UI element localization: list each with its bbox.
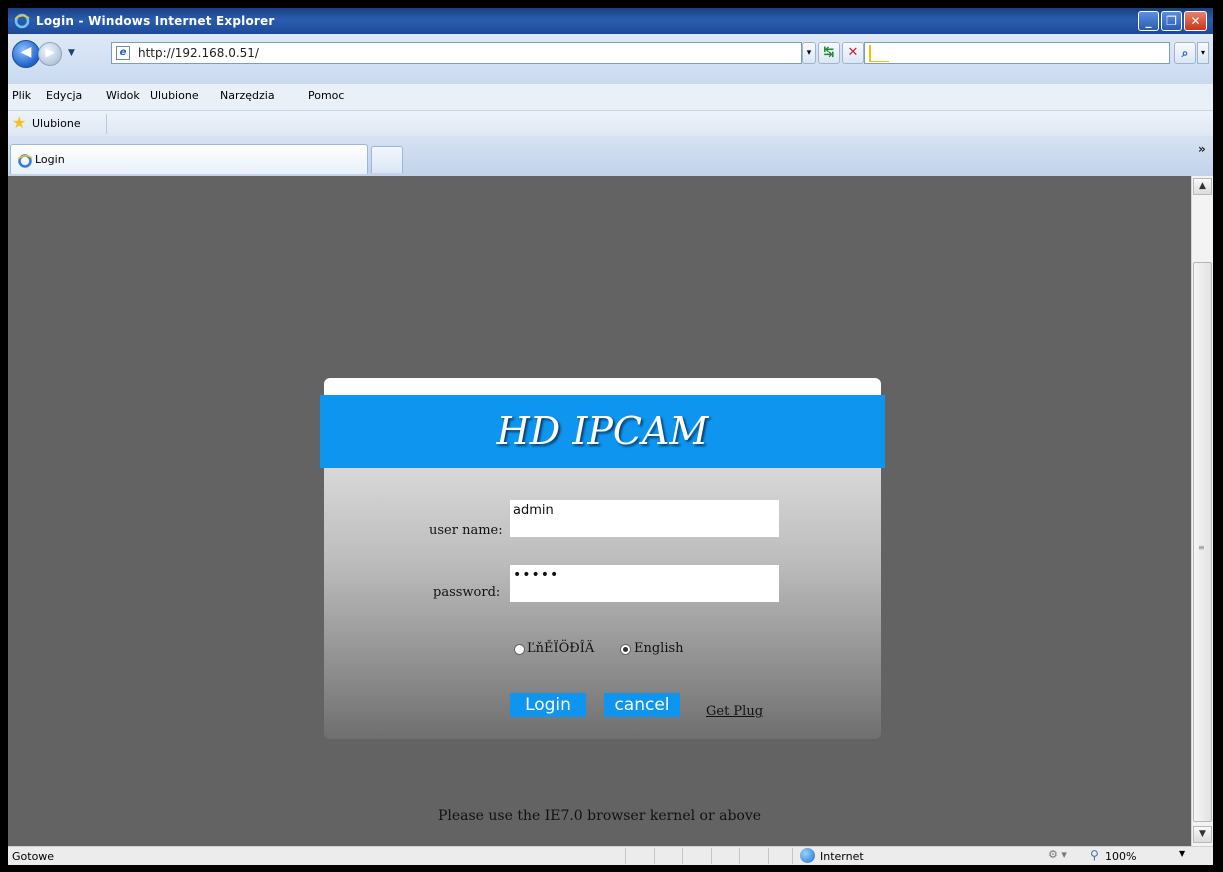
status-divider — [792, 848, 793, 864]
language-radio-english[interactable] — [620, 644, 631, 655]
username-label: user name: — [429, 523, 503, 538]
menu-item-widok[interactable]: Widok — [106, 89, 140, 102]
menu-item-plik[interactable]: Plik — [12, 89, 31, 102]
toolbar-overflow-icon[interactable]: » — [1198, 142, 1206, 156]
status-text: Gotowe — [12, 850, 55, 863]
forward-arrow-icon: ▶ — [45, 45, 55, 59]
language-radio-other[interactable] — [514, 644, 525, 655]
menu-bar: Plik Edycja Widok Ulubione Narzędzia Pom… — [8, 84, 1213, 110]
tab-label: Login — [35, 153, 65, 166]
tab-row: Login » — [8, 136, 1213, 176]
back-arrow-icon: ◀ — [20, 44, 32, 60]
status-divider — [654, 848, 655, 864]
ie-page-icon — [17, 154, 33, 168]
browser-notice: Please use the IE7.0 browser kernel or a… — [437, 808, 762, 824]
status-divider — [625, 848, 626, 864]
zoom-dropdown-icon[interactable]: ▼ — [1179, 849, 1185, 858]
refresh-button[interactable]: ↹ — [818, 42, 840, 64]
menu-item-edycja[interactable]: Edycja — [46, 89, 82, 102]
search-button[interactable]: ⌕ — [1174, 42, 1196, 64]
language-option-english[interactable]: English — [634, 641, 684, 656]
protected-mode-icon[interactable]: ⚙ ▾ — [1048, 848, 1067, 861]
scroll-down-button[interactable]: ▼ — [1193, 826, 1212, 843]
browser-window: Login - Windows Internet Explorer _ ❐ ✕ … — [0, 0, 1223, 872]
close-button[interactable]: ✕ — [1184, 11, 1207, 31]
recent-pages-dropdown-icon[interactable]: ▼ — [68, 48, 75, 58]
menu-item-narzedzia[interactable]: Narzędzia — [220, 89, 275, 102]
ie-logo-icon — [14, 13, 30, 29]
status-divider — [682, 848, 683, 864]
page-icon: e — [116, 46, 130, 60]
vertical-scrollbar[interactable]: ▲ ≡ ▼ — [1191, 176, 1213, 846]
menu-item-ulubione[interactable]: Ulubione — [150, 89, 199, 102]
address-url[interactable]: http://192.168.0.51/ — [138, 46, 259, 60]
address-bar[interactable]: e http://192.168.0.51/ — [111, 42, 802, 64]
favorites-button[interactable]: Ulubione — [32, 117, 81, 130]
login-card-top — [324, 378, 881, 396]
favorites-star-icon[interactable]: ★ — [12, 115, 26, 131]
new-tab-button[interactable] — [371, 146, 403, 173]
search-caret-underline — [869, 61, 889, 62]
username-value: admin — [513, 503, 554, 518]
stop-button[interactable]: ✕ — [842, 42, 864, 64]
stop-icon: ✕ — [847, 45, 859, 60]
search-options-dropdown[interactable]: ▾ — [1197, 42, 1209, 64]
login-panel: user name: admin password: ••••• ĽňĚÏÖĐÎ… — [324, 468, 881, 739]
zoom-icon: ⚲ — [1090, 848, 1099, 862]
menu-item-pomoc[interactable]: Pomoc — [308, 89, 344, 102]
password-label: password: — [433, 585, 501, 600]
brand-title: HD IPCAM — [496, 409, 709, 453]
tab-login[interactable]: Login — [10, 144, 368, 174]
login-banner: HD IPCAM — [320, 395, 885, 468]
get-plug-link[interactable]: Get Plug — [706, 704, 763, 719]
password-value: ••••• — [513, 567, 560, 583]
refresh-icon: ↹ — [823, 45, 835, 60]
language-option-other[interactable]: ĽňĚÏÖĐÎÄ — [527, 641, 594, 656]
internet-zone-icon — [800, 848, 815, 863]
security-zone[interactable]: Internet — [820, 850, 864, 863]
scrollbar-grip-icon: ≡ — [1198, 543, 1205, 552]
search-caret — [869, 45, 871, 61]
status-divider — [711, 848, 712, 864]
search-input[interactable] — [864, 42, 1170, 64]
title-bar: Login - Windows Internet Explorer _ ❐ ✕ — [8, 8, 1213, 34]
status-divider — [739, 848, 740, 864]
back-button[interactable]: ◀ — [12, 40, 40, 68]
navigation-bar: ◀ ▶ ▼ e http://192.168.0.51/ ▾ ↹ ✕ ⌕ ▾ — [8, 34, 1213, 84]
window-title: Login - Windows Internet Explorer — [36, 14, 275, 28]
username-input[interactable]: admin — [510, 500, 779, 537]
search-icon: ⌕ — [1181, 46, 1189, 60]
minimize-button[interactable]: _ — [1138, 11, 1159, 31]
status-bar: Gotowe Internet ⚙ ▾ ⚲ 100% ▼ — [8, 846, 1213, 865]
address-dropdown-button[interactable]: ▾ — [802, 42, 816, 64]
favorites-separator — [106, 114, 107, 134]
zoom-level[interactable]: 100% — [1105, 850, 1136, 863]
forward-button[interactable]: ▶ — [38, 42, 62, 66]
scrollbar-thumb[interactable] — [1193, 262, 1212, 822]
status-divider — [768, 848, 769, 864]
scroll-up-button[interactable]: ▲ — [1193, 178, 1212, 195]
favorites-bar: ★ Ulubione — [8, 110, 1213, 137]
password-input[interactable]: ••••• — [510, 565, 779, 602]
maximize-button[interactable]: ❐ — [1161, 11, 1182, 31]
cancel-button[interactable]: cancel — [604, 693, 680, 717]
login-button[interactable]: Login — [510, 693, 586, 717]
